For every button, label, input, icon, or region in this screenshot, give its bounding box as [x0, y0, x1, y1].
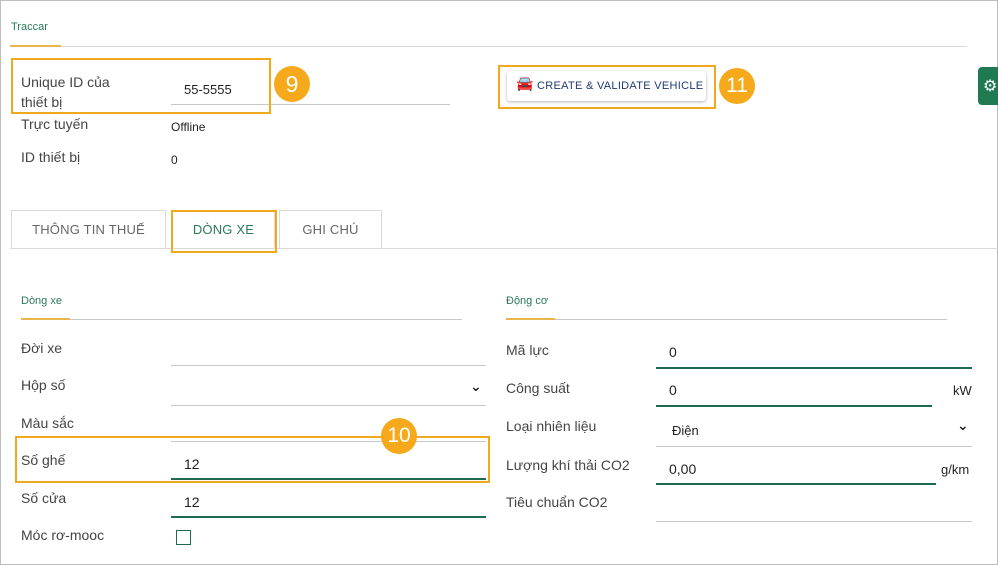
power-underline [656, 405, 932, 407]
tab-tax-info[interactable]: THÔNG TIN THUẾ [11, 210, 166, 248]
horsepower-underline [656, 367, 972, 369]
gearbox-label: Hộp số [21, 377, 66, 393]
settings-side-button[interactable]: ⚙ [978, 67, 998, 105]
highlight-tab-vehicle-line [171, 210, 277, 253]
model-year-label: Đời xe [21, 340, 63, 356]
doors-underline [171, 516, 486, 518]
color-input[interactable] [171, 418, 481, 438]
horsepower-input[interactable]: 0 [669, 344, 677, 360]
co2-standard-label: Tiêu chuẩn CO2 [506, 494, 608, 510]
model-year-underline [171, 365, 486, 366]
engine-section-divider [555, 319, 947, 320]
vehicle-line-section-title: Dòng xe [21, 295, 62, 307]
fuel-type-label: Loại nhiên liệu [506, 418, 597, 434]
co2-emission-label: Lượng khí thải CO2 [506, 457, 630, 473]
tab-traccar[interactable]: Traccar [11, 21, 48, 33]
horsepower-label: Mã lực [506, 342, 549, 358]
co2-emission-underline [656, 483, 936, 485]
device-id-label: ID thiết bị [21, 149, 81, 165]
online-value: Offline [171, 120, 206, 134]
highlight-seats [15, 436, 490, 483]
co2-standard-input[interactable] [656, 496, 972, 516]
co2-emission-unit: g/km [941, 462, 970, 477]
callout-10: 10 [381, 418, 417, 454]
engine-section-underline [506, 318, 555, 320]
color-label: Màu sắc [21, 415, 74, 431]
power-input[interactable]: 0 [669, 382, 677, 398]
model-year-input[interactable] [171, 342, 481, 362]
callout-9: 9 [274, 66, 310, 102]
gearbox-chevron-down-icon: ⌄ [470, 379, 482, 395]
fuel-type-select[interactable]: Điện [672, 423, 699, 438]
highlight-create-button [498, 65, 716, 109]
trailer-label: Móc rơ-mooc [21, 527, 105, 543]
vehicle-line-section-underline [21, 318, 70, 320]
tab-traccar-underline [10, 45, 61, 47]
highlight-unique-id [11, 58, 271, 114]
header-divider [61, 46, 967, 47]
co2-standard-underline [656, 521, 972, 522]
fuel-type-chevron-down-icon: ⌄ [957, 418, 969, 434]
trailer-checkbox[interactable] [176, 530, 191, 545]
device-id-value: 0 [171, 153, 178, 167]
tab-notes[interactable]: GHI CHÚ [279, 210, 382, 248]
power-unit: kW [953, 383, 972, 398]
power-label: Công suất [506, 380, 570, 396]
vehicle-line-section-divider [70, 319, 462, 320]
gear-icon: ⚙ [983, 76, 998, 95]
callout-11: 11 [719, 68, 755, 104]
fuel-type-underline [656, 446, 972, 447]
online-label: Trực tuyến [21, 116, 89, 132]
gearbox-underline [171, 405, 486, 406]
co2-emission-input[interactable]: 0,00 [669, 461, 696, 477]
engine-section-title: Động cơ [506, 295, 549, 307]
doors-label: Số cửa [21, 490, 67, 506]
gearbox-select[interactable] [171, 380, 486, 402]
tabs-bottom-line [10, 248, 998, 249]
doors-input[interactable]: 12 [184, 494, 200, 510]
